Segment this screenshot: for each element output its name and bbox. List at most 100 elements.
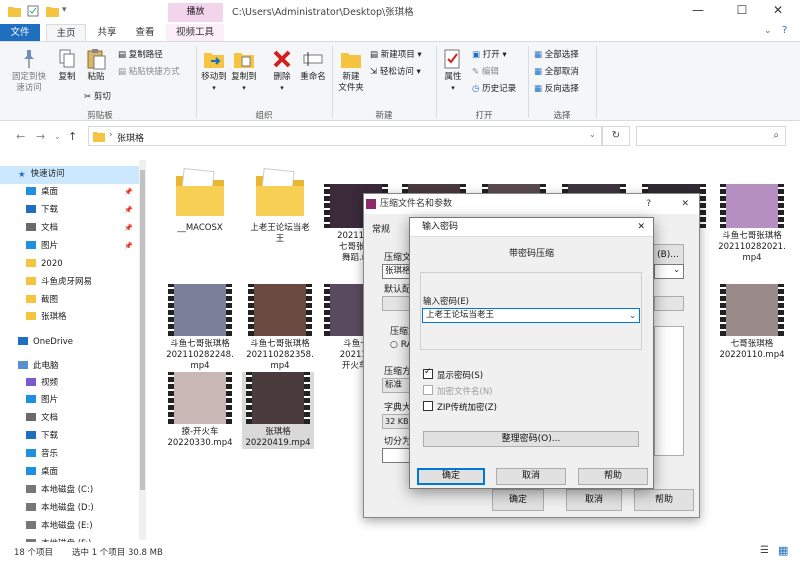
- nav-item-6[interactable]: 斗鱼虎牙网易: [0, 274, 140, 292]
- nav-item-10[interactable]: 此电脑: [0, 358, 140, 376]
- open-button[interactable]: ▣ 打开 ▾: [472, 48, 507, 60]
- video-item[interactable]: 斗鱼七哥张琪格 202110282248. mp4: [164, 284, 236, 372]
- pin-icon[interactable]: 📌: [124, 202, 133, 220]
- tab-video-tools[interactable]: 视频工具: [166, 24, 224, 41]
- pin-quick-access-button[interactable]: 固定到快 速访问: [6, 48, 52, 94]
- archive-mode-select[interactable]: ⌄: [654, 264, 684, 279]
- video-item[interactable]: 张琪格 20220419.mp4: [242, 372, 314, 449]
- tab-view[interactable]: 查看: [128, 24, 162, 41]
- archive-name-input[interactable]: 张琪格: [382, 264, 412, 279]
- paste-shortcut-button[interactable]: ▤ 粘贴快捷方式: [118, 65, 180, 77]
- move-to-button[interactable]: 移动到 ▾: [200, 48, 228, 94]
- breadcrumb[interactable]: 张琪格: [117, 131, 144, 144]
- nav-item-8[interactable]: 张琪格: [0, 309, 140, 327]
- folder-item[interactable]: __MACOSX: [164, 164, 236, 234]
- close-button[interactable]: ✕: [756, 3, 800, 21]
- video-item[interactable]: 斗鱼七哥张琪格 202110282358. mp4: [244, 284, 316, 372]
- password-cancel-button[interactable]: 取消: [496, 468, 566, 485]
- zip-legacy-checkbox[interactable]: [423, 401, 433, 411]
- nav-item-16[interactable]: 桌面: [0, 464, 140, 482]
- pin-icon[interactable]: 📌: [124, 238, 133, 256]
- address-dropdown-icon[interactable]: ⌄: [589, 130, 596, 139]
- nav-item-0[interactable]: ★ 快速访问: [0, 166, 140, 184]
- password-input[interactable]: 上老王论坛当老王 ⌄: [422, 308, 640, 323]
- nav-item-15[interactable]: 音乐: [0, 446, 140, 464]
- customize-qat-icon[interactable]: ▾: [62, 5, 67, 15]
- large-icons-view-icon[interactable]: ▦: [778, 544, 788, 557]
- folder-item[interactable]: 上老王论坛当老 王: [244, 164, 316, 245]
- chevron-down-icon[interactable]: ⌄: [629, 309, 636, 322]
- context-tab-play[interactable]: 播放: [168, 3, 223, 22]
- nav-item-12[interactable]: 图片: [0, 392, 140, 410]
- nav-item-14[interactable]: 下载: [0, 428, 140, 446]
- forward-arrow-icon[interactable]: →: [36, 130, 45, 143]
- dialog-help-icon[interactable]: ?: [646, 194, 651, 214]
- new-folder-quick-icon[interactable]: [46, 5, 59, 17]
- nav-item-4[interactable]: 图片 📌: [0, 238, 140, 256]
- new-item-button[interactable]: ▤ 新建项目 ▾: [370, 48, 422, 60]
- cut-button[interactable]: ✂ 剪切: [84, 90, 111, 102]
- paste-button[interactable]: 粘贴: [82, 48, 110, 83]
- select-none-button[interactable]: ▦ 全部取消: [534, 65, 579, 77]
- tab-home[interactable]: 主页: [46, 24, 86, 41]
- new-folder-button[interactable]: 新建 文件夹: [336, 48, 366, 94]
- nav-item-11[interactable]: 视频: [0, 375, 140, 393]
- edit-button[interactable]: ✎ 编辑: [472, 65, 499, 77]
- copy-to-button[interactable]: 复制到 ▾: [230, 48, 258, 94]
- invert-selection-button[interactable]: ▦ 反向选择: [534, 82, 579, 94]
- nav-item-18[interactable]: 本地磁盘 (D:): [0, 500, 140, 518]
- address-bar[interactable]: › 张琪格 ⌄: [88, 126, 602, 146]
- compression-method-select[interactable]: 标准: [382, 378, 412, 393]
- nav-item-2[interactable]: 下载 📌: [0, 202, 140, 220]
- dialog-close-icon[interactable]: ✕: [681, 194, 689, 214]
- tab-file[interactable]: 文件: [0, 24, 40, 41]
- dictionary-size-select[interactable]: 32 KB: [382, 414, 412, 429]
- help-icon[interactable]: ?: [782, 25, 787, 36]
- nav-item-7[interactable]: 截图: [0, 292, 140, 310]
- copy-button[interactable]: 复制: [54, 48, 80, 83]
- password-dialog-close-icon[interactable]: ✕: [637, 218, 645, 237]
- password-ok-button[interactable]: 确定: [417, 468, 485, 485]
- select-all-button[interactable]: ▦ 全部选择: [534, 48, 579, 60]
- encrypt-names-checkbox[interactable]: [423, 385, 433, 395]
- back-arrow-icon[interactable]: ←: [16, 130, 25, 143]
- pin-icon[interactable]: 📌: [124, 184, 133, 202]
- password-help-button[interactable]: 帮助: [578, 468, 648, 485]
- search-input[interactable]: ⌕: [636, 126, 786, 146]
- minimize-button[interactable]: —: [676, 3, 720, 21]
- nav-item-5[interactable]: 2020: [0, 256, 140, 274]
- pin-icon[interactable]: 📌: [124, 220, 133, 238]
- properties-icon[interactable]: [27, 5, 40, 17]
- history-button[interactable]: ◷ 历史记录: [472, 82, 516, 94]
- show-password-checkbox[interactable]: ✓: [423, 367, 433, 379]
- refresh-button[interactable]: ↻: [602, 126, 630, 146]
- archive-ok-button[interactable]: 确定: [492, 489, 544, 511]
- nav-item-9[interactable]: OneDrive: [0, 334, 140, 352]
- up-arrow-icon[interactable]: ↑: [68, 130, 77, 143]
- nav-item-13[interactable]: 文档: [0, 410, 140, 428]
- browse-button[interactable]: (B)...: [652, 244, 684, 266]
- delete-button[interactable]: 删除 ▾: [268, 48, 296, 94]
- archive-cancel-button[interactable]: 取消: [566, 489, 622, 511]
- archive-help-button[interactable]: 帮助: [634, 489, 694, 511]
- details-view-icon[interactable]: ☰: [760, 545, 769, 556]
- easy-access-button[interactable]: ⇲ 轻松访问 ▾: [370, 65, 421, 77]
- nav-item-17[interactable]: 本地磁盘 (C:): [0, 482, 140, 500]
- nav-item-19[interactable]: 本地磁盘 (E:): [0, 518, 140, 536]
- split-volume-input[interactable]: [382, 448, 412, 463]
- archive-options-list[interactable]: [654, 326, 684, 456]
- rename-button[interactable]: 重命名: [298, 48, 328, 83]
- video-item[interactable]: 撩-开火车 20220330.mp4: [164, 372, 236, 449]
- copy-path-button[interactable]: ▤ 复制路径: [118, 48, 163, 60]
- tab-general[interactable]: 常规: [372, 222, 390, 235]
- tab-share[interactable]: 共享: [90, 24, 124, 41]
- properties-button[interactable]: 属性 ▾: [440, 48, 466, 94]
- organize-passwords-button[interactable]: 整理密码(O)...: [423, 431, 639, 447]
- default-profile-select[interactable]: [382, 296, 412, 311]
- expand-ribbon-icon[interactable]: ⌄: [764, 26, 772, 36]
- nav-item-3[interactable]: 文档 📌: [0, 220, 140, 238]
- video-item[interactable]: 斗鱼七哥张琪格 202110282021. mp4: [716, 184, 788, 264]
- video-item[interactable]: 七哥张琪格 20220110.mp4: [716, 284, 788, 361]
- recent-locations-icon[interactable]: ⌄: [54, 132, 61, 141]
- nav-item-1[interactable]: 桌面 📌: [0, 184, 140, 202]
